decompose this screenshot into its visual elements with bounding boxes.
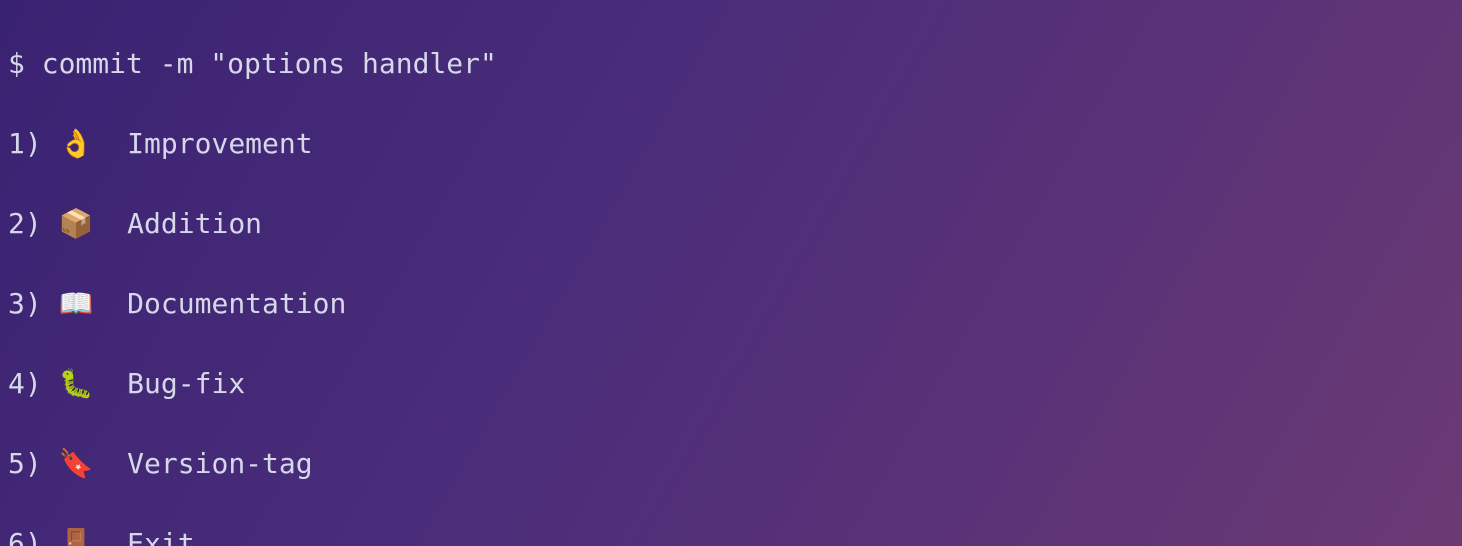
menu-label: Version-tag [127, 447, 312, 480]
command-line: $ commit -m "options handler" [8, 44, 1454, 84]
menu-item-1: 1) 👌 Improvement [8, 124, 1454, 164]
menu-item-4: 4) 🐛 Bug-fix [8, 364, 1454, 404]
menu-item-6: 6) 🚪 Exit [8, 524, 1454, 546]
menu-label: Improvement [127, 127, 312, 160]
door-icon: 🚪 [59, 527, 94, 546]
menu-label: Documentation [127, 287, 346, 320]
menu-num: 6) [8, 527, 42, 546]
menu-num: 1) [8, 127, 42, 160]
book-icon: 📖 [59, 287, 94, 320]
prompt-symbol: $ [8, 47, 42, 80]
command-text: commit -m "options handler" [42, 47, 497, 80]
menu-item-5: 5) 🔖 Version-tag [8, 444, 1454, 484]
menu-item-3: 3) 📖 Documentation [8, 284, 1454, 324]
bookmark-icon: 🔖 [59, 447, 94, 480]
ok-hand-icon: 👌 [59, 127, 94, 160]
package-icon: 📦 [59, 207, 94, 240]
menu-num: 5) [8, 447, 42, 480]
menu-item-2: 2) 📦 Addition [8, 204, 1454, 244]
menu-label: Bug-fix [127, 367, 245, 400]
menu-num: 2) [8, 207, 42, 240]
menu-label: Addition [127, 207, 262, 240]
terminal-output[interactable]: $ commit -m "options handler" 1) 👌 Impro… [0, 0, 1462, 546]
bug-icon: 🐛 [59, 367, 94, 400]
menu-num: 3) [8, 287, 42, 320]
menu-label: Exit [127, 527, 194, 546]
menu-num: 4) [8, 367, 42, 400]
